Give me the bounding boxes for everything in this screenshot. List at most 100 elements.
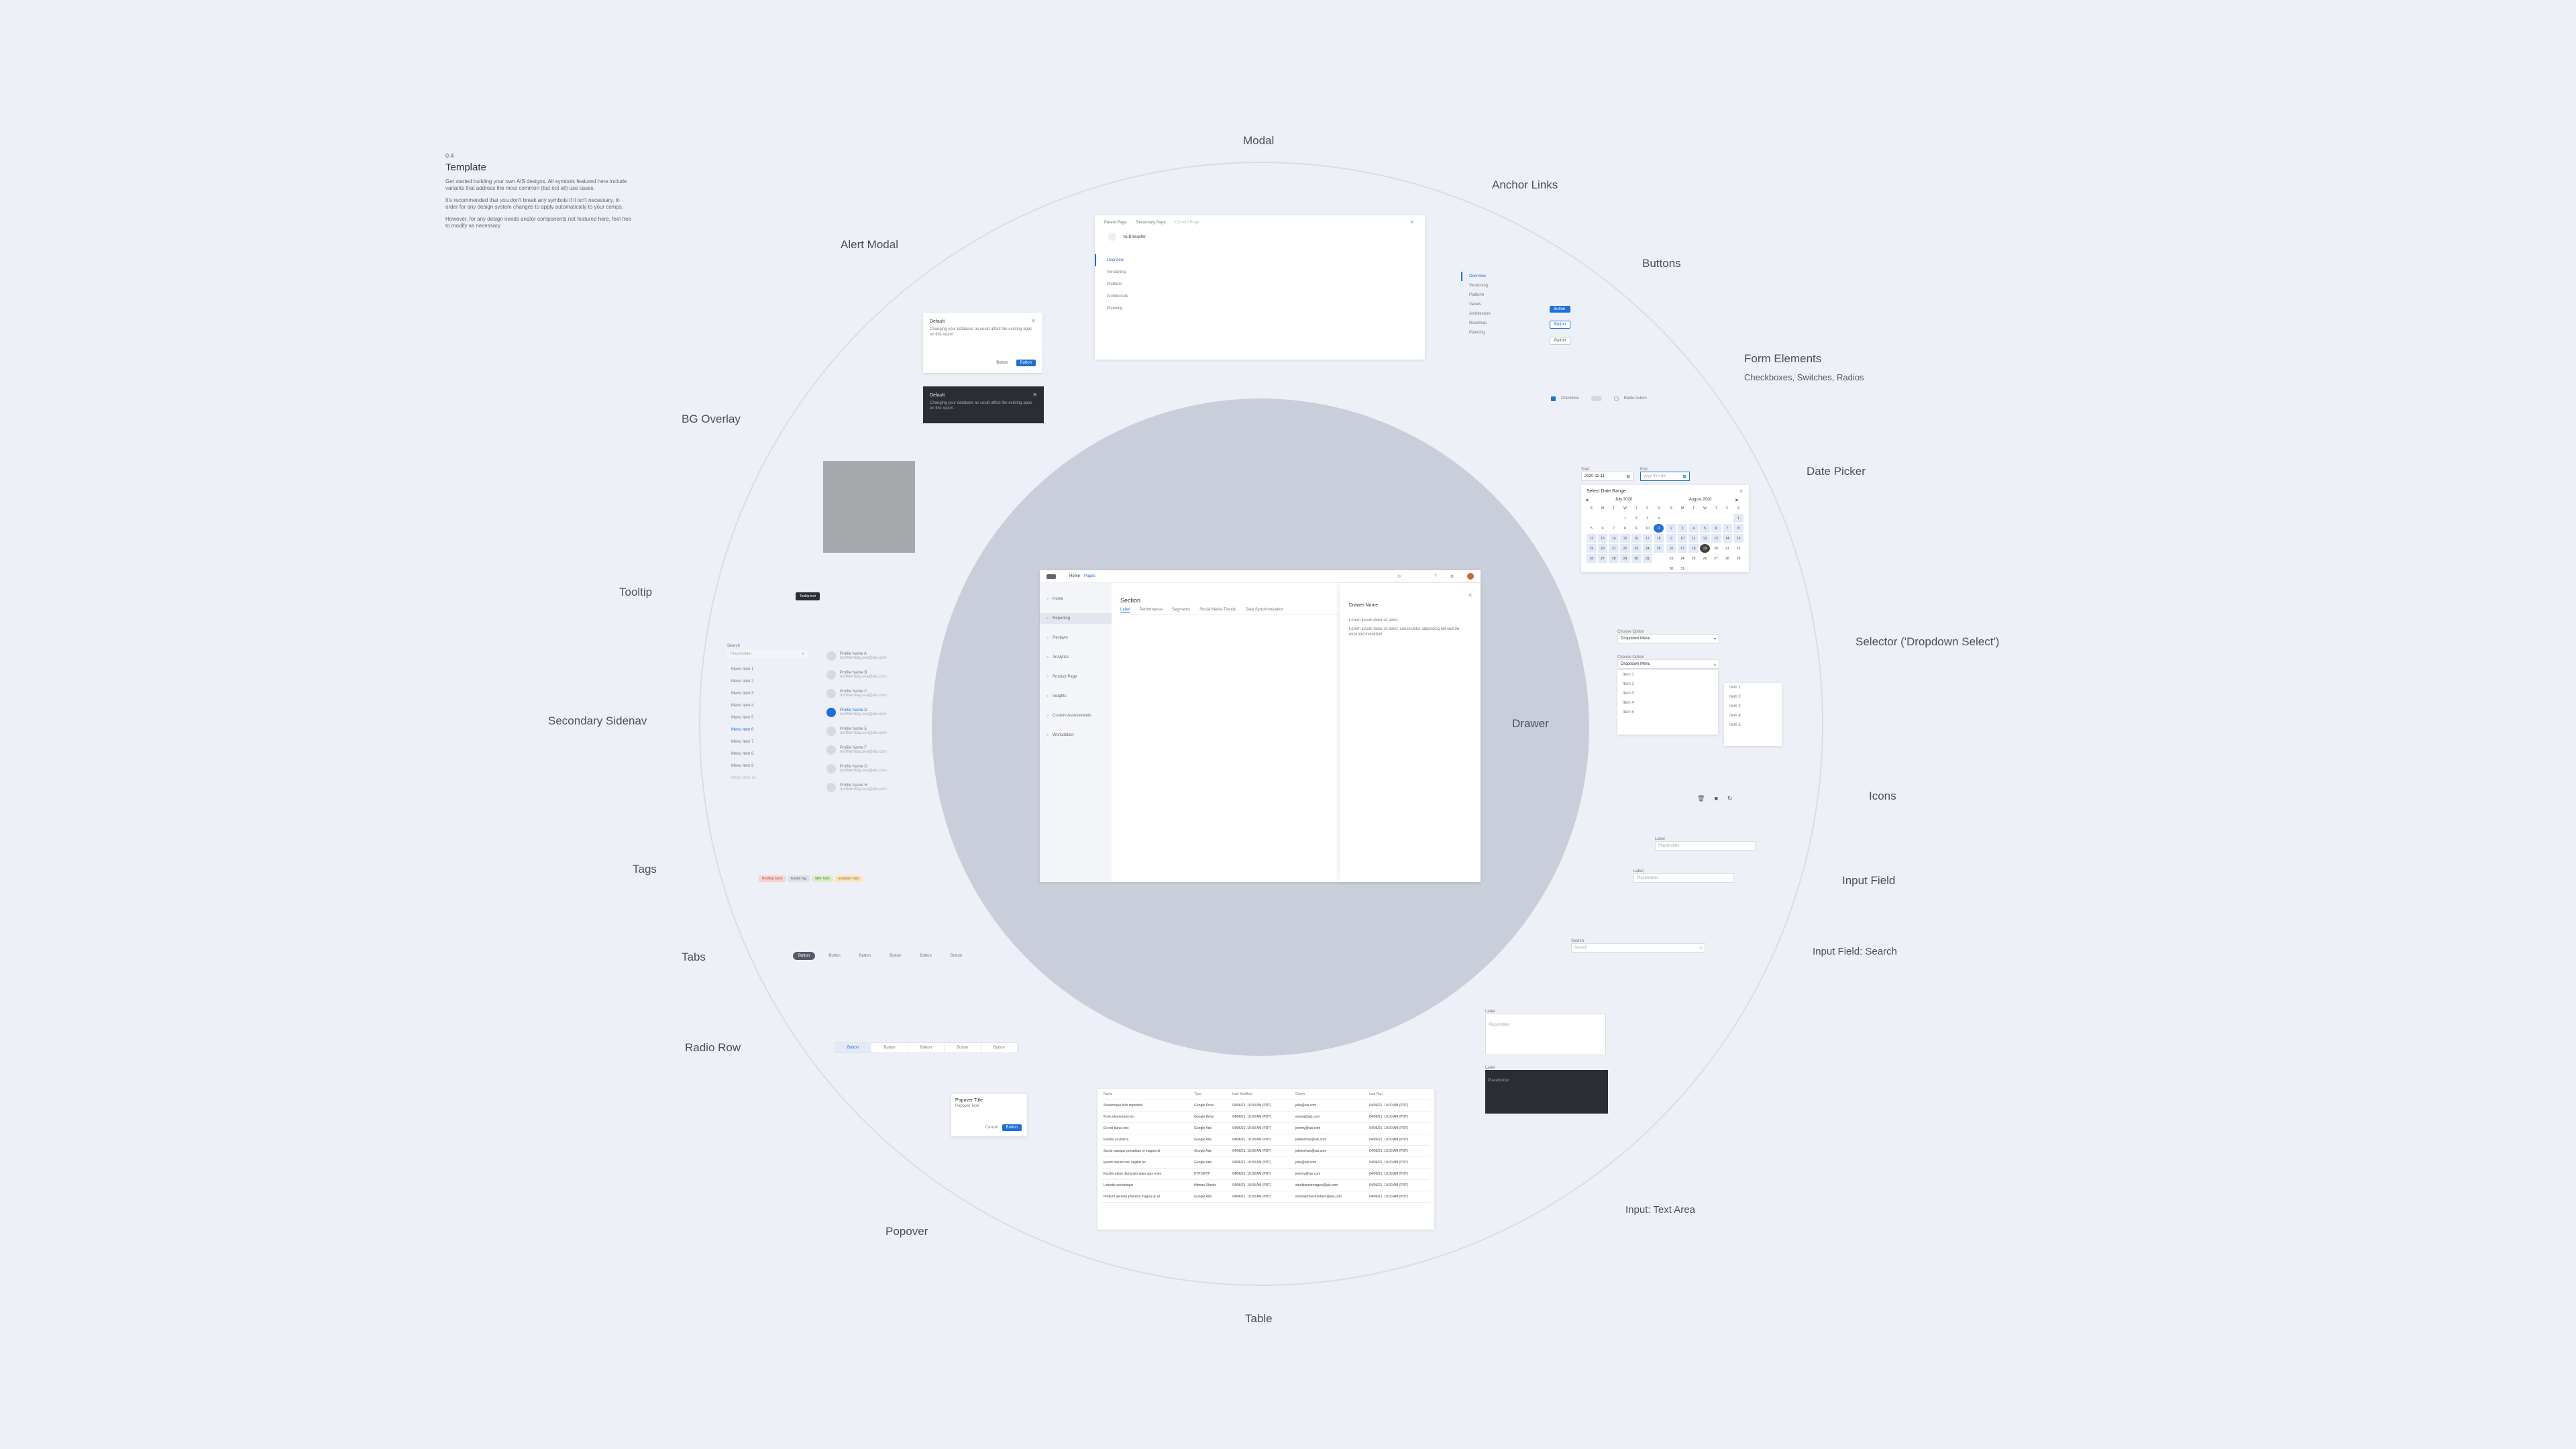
calendar-day[interactable]: 2 — [1631, 514, 1642, 523]
nav-link[interactable]: Pages — [1084, 574, 1095, 578]
text-area[interactable]: Placeholder — [1485, 1014, 1606, 1055]
section-tab[interactable]: Label — [1120, 608, 1130, 612]
calendar-day[interactable]: 16 — [1631, 534, 1642, 543]
calendar-day[interactable]: 19 — [1587, 544, 1597, 553]
calendar-day[interactable]: 23 — [1666, 554, 1676, 563]
nav-link[interactable]: Home — [1069, 574, 1080, 578]
section-tab[interactable]: Data Synchronization — [1245, 608, 1283, 612]
help-icon[interactable]: ? — [1434, 574, 1436, 578]
calendar-day[interactable]: 31 — [1642, 554, 1653, 563]
calendar-day[interactable]: 31 — [1678, 564, 1688, 573]
sidenav-menu-item[interactable]: Menu Item 10 — [727, 772, 808, 784]
sidebar-item[interactable]: ○ Analytics — [1040, 652, 1112, 663]
calendar-day[interactable]: 20 — [1711, 544, 1721, 553]
calendar-day[interactable]: 27 — [1711, 554, 1721, 563]
date-start-input[interactable]: 2020-11-11 ▦ — [1581, 472, 1633, 481]
anchor-link[interactable]: Planning — [1461, 328, 1499, 337]
calendar-day[interactable]: 4 — [1654, 514, 1664, 523]
modal-nav-item[interactable]: Architecture — [1095, 290, 1425, 303]
primary-button[interactable]: Button — [1550, 306, 1571, 313]
tab[interactable]: Button — [793, 952, 816, 960]
calendar-day[interactable]: 14 — [1609, 534, 1619, 543]
calendar-day[interactable]: 4 — [1688, 524, 1699, 533]
sidebar-item[interactable]: ○ Workstation — [1040, 730, 1112, 741]
tab[interactable]: Button — [884, 952, 906, 960]
calendar-day[interactable]: 10 — [1643, 524, 1653, 533]
radio-row-option[interactable]: Button — [908, 1043, 945, 1053]
dropdown-item[interactable]: Item 5 — [1617, 708, 1718, 717]
dropdown-item[interactable]: Item 5 — [1724, 720, 1782, 730]
table-row[interactable]: Lobortis scelerisque Hitman Sheets 04/06/2… — [1102, 1179, 1430, 1191]
calendar-day[interactable]: 12 — [1700, 534, 1710, 543]
dropdown-open[interactable]: Dropdown Menu ▴ — [1617, 659, 1719, 669]
close-icon[interactable]: ✕ — [1739, 488, 1743, 494]
radio[interactable] — [1613, 396, 1619, 401]
radio-row-option[interactable]: Button — [835, 1043, 872, 1053]
calendar-day[interactable]: 20 — [1597, 544, 1608, 553]
table-row[interactable]: Facilisi ut viverra Google Ads 04/06/21, 1… — [1102, 1134, 1430, 1146]
breadcrumb-item[interactable]: Current Page — [1175, 221, 1199, 225]
modal-nav-item[interactable]: Overview — [1095, 254, 1425, 266]
sidenav-menu-item[interactable]: Menu Item 2 — [727, 676, 808, 688]
profile-item[interactable]: Profile Name Dnorthernbay.sea@ais.com — [826, 703, 900, 722]
calendar-day[interactable]: 8 — [1733, 524, 1743, 533]
tab[interactable]: Button — [823, 952, 845, 960]
modal-nav-item[interactable]: Platform — [1095, 278, 1425, 290]
anchor-link[interactable]: Versioning — [1461, 281, 1499, 290]
sidebar-item[interactable]: ○ Reviews — [1040, 633, 1112, 643]
calendar-day[interactable]: 30 — [1631, 554, 1642, 563]
settings-icon[interactable]: ⚙ — [1450, 574, 1454, 579]
calendar-day[interactable]: 10 — [1677, 534, 1688, 543]
calendar-day[interactable]: 29 — [1620, 554, 1630, 563]
table-row[interactable]: Proin elementum leo Google Drive 04/06/21,… — [1102, 1111, 1430, 1123]
calendar-day[interactable]: 1 — [1733, 514, 1743, 523]
breadcrumb-item[interactable]: Parent Page — [1104, 221, 1126, 225]
close-icon[interactable]: ✕ — [1409, 219, 1414, 225]
close-icon[interactable]: ✕ — [1031, 318, 1036, 324]
calendar-day[interactable]: 5 — [1587, 524, 1597, 533]
calendar-day[interactable]: 9 — [1631, 524, 1642, 533]
text-input[interactable]: Placeholder — [1633, 873, 1734, 883]
close-icon[interactable]: ✕ — [1032, 392, 1037, 398]
calendar-day[interactable]: 13 — [1711, 534, 1721, 543]
dropdown-item[interactable]: Item 4 — [1724, 711, 1782, 720]
section-tab[interactable]: Social Media Trends — [1199, 608, 1236, 612]
anchor-link[interactable]: Roadmap — [1461, 319, 1499, 328]
calendar-day[interactable]: 17 — [1642, 534, 1653, 543]
calendar-day[interactable]: 7 — [1609, 524, 1619, 533]
calendar-day[interactable]: 27 — [1597, 554, 1608, 563]
calendar-day[interactable]: 21 — [1609, 544, 1619, 553]
table-header[interactable]: Last Modified — [1230, 1089, 1293, 1100]
modal-nav-item[interactable]: Planning — [1095, 303, 1425, 315]
calendar-day[interactable]: 3 — [1677, 524, 1688, 533]
anchor-link[interactable]: Architecture — [1461, 309, 1499, 319]
anchor-link[interactable]: Values — [1461, 300, 1499, 309]
calendar-day[interactable]: 24 — [1678, 554, 1688, 563]
calendar-day[interactable]: 26 — [1700, 554, 1710, 563]
profile-item[interactable]: Profile Name Enorthernbay.sea@ais.com — [826, 722, 900, 741]
table-row[interactable]: Sociis natoque penatibus et magnis di Goo… — [1102, 1145, 1430, 1157]
text-area-dark[interactable]: Placeholder — [1485, 1070, 1608, 1114]
radio-row-option[interactable]: Button — [871, 1043, 908, 1053]
modal-nav-item[interactable]: Versioning — [1095, 266, 1425, 278]
calendar-day[interactable]: 29 — [1733, 554, 1743, 563]
calendar-day[interactable]: 22 — [1620, 544, 1630, 553]
dropdown-item[interactable]: Item 2 — [1617, 680, 1718, 689]
sidenav-menu-item[interactable]: Menu Item 8 — [727, 748, 808, 760]
switch[interactable] — [1591, 396, 1602, 401]
table-row[interactable]: Et orci purus orci Google Ads 04/06/21, 10… — [1102, 1122, 1430, 1134]
checkbox[interactable] — [1551, 396, 1556, 401]
avatar[interactable] — [1467, 573, 1474, 580]
anchor-link[interactable]: Platform — [1461, 290, 1499, 300]
calendar-day[interactable]: 2 — [1666, 524, 1676, 533]
calendar-day[interactable]: 17 — [1677, 544, 1688, 553]
sidebar-item[interactable]: ○ Home — [1040, 594, 1112, 604]
sidenav-menu-item[interactable]: Menu Item 4 — [727, 700, 808, 712]
table-row[interactable]: Scelerisque felis imperdiet Google Drive 0… — [1102, 1099, 1430, 1112]
table-row[interactable]: Facilisi etiam dignissim diam quis enim F… — [1102, 1168, 1430, 1180]
section-tab[interactable]: Performance — [1140, 608, 1163, 612]
secondary-button[interactable]: Button — [1550, 321, 1571, 329]
sidebar-item[interactable]: ○ Product Page — [1040, 672, 1112, 682]
profile-item[interactable]: Profile Name Hnorthernbay.sea@ais.com — [826, 778, 900, 797]
dropdown-item[interactable]: Item 1 — [1617, 670, 1718, 680]
